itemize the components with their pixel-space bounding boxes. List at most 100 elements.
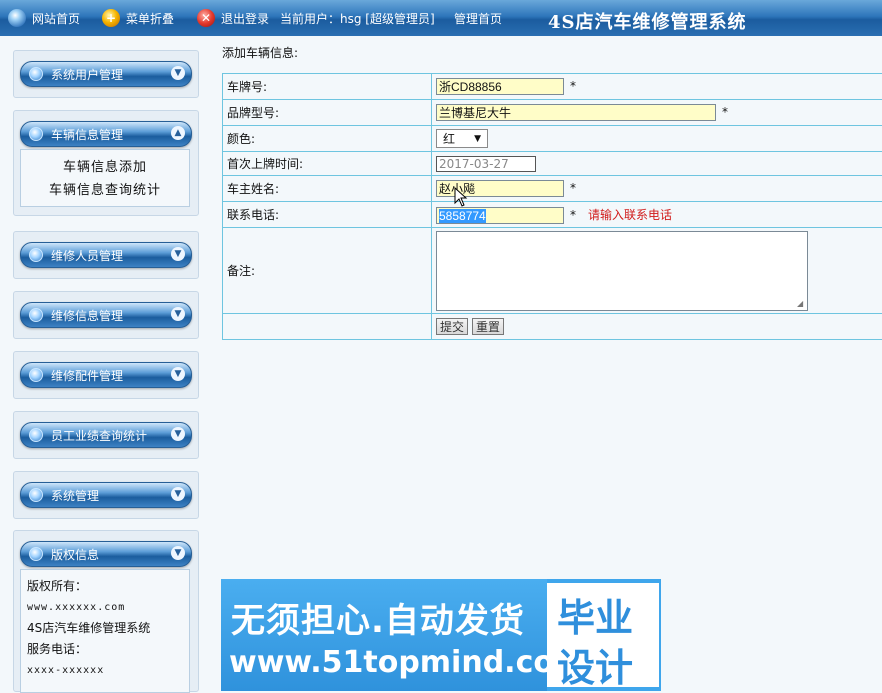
menu-box-performance: 员工业绩查询统计 ▼ — [13, 411, 199, 459]
menu-label: 系统用户管理 — [51, 66, 123, 83]
form-row-remark: 备注: ◢ — [223, 228, 882, 314]
menu-box-users: 系统用户管理 ▼ — [13, 50, 199, 98]
bullet-icon — [29, 547, 43, 561]
close-icon: ✕ — [197, 9, 215, 27]
form-row-model: 品牌型号: 兰博基尼大牛 * — [223, 100, 882, 126]
color-select[interactable]: 红▼ — [436, 129, 488, 148]
menu-label: 维修信息管理 — [51, 307, 123, 324]
color-cell: 红▼ — [432, 126, 882, 152]
menu-system[interactable]: 系统管理 ▼ — [20, 482, 192, 508]
menu-repair-info[interactable]: 维修信息管理 ▼ — [20, 302, 192, 328]
watermark-right2: 设计 — [557, 637, 633, 692]
chevron-down-icon: ▼ — [171, 66, 185, 80]
submit-button[interactable]: 提交 — [436, 318, 468, 335]
form-title: 添加车辆信息: — [222, 44, 298, 61]
chevron-down-icon: ▼ — [171, 487, 185, 501]
required-mark: * — [570, 208, 576, 222]
watermark-right: 毕业 设计 — [547, 583, 659, 687]
phone-input-value: 5858774 — [439, 209, 486, 223]
current-user: 当前用户：hsg [超级管理员] — [280, 8, 435, 28]
remark-label: 备注: — [223, 228, 432, 314]
watermark-line2: www.51topmind.com — [229, 645, 585, 680]
bullet-icon — [29, 428, 43, 442]
plate-cell: 浙CD88856 * — [432, 74, 882, 100]
plus-icon: + — [102, 9, 120, 27]
menu-box-system: 系统管理 ▼ — [13, 471, 199, 519]
bullet-icon — [29, 248, 43, 262]
form-row-date: 首次上牌时间: 2017-03-27 — [223, 152, 882, 176]
required-mark: * — [570, 181, 576, 195]
system-title: 4S店汽车维修管理系统 — [548, 8, 747, 34]
submenu-vehicle-query[interactable]: 车辆信息查询统计 — [21, 179, 189, 202]
menu-vehicle-info[interactable]: 车辆信息管理 ▲ — [20, 121, 192, 147]
dropdown-arrow-icon: ▼ — [474, 130, 481, 149]
menu-box-copyright: 版权信息 ▼ 版权所有： www.xxxxxx.com 4S店汽车维修管理系统 … — [13, 530, 199, 692]
date-label: 首次上牌时间: — [223, 152, 432, 176]
chevron-down-icon: ▼ — [171, 247, 185, 261]
vehicle-submenu: 车辆信息添加 车辆信息查询统计 — [20, 149, 190, 207]
home-icon — [8, 9, 26, 27]
required-mark: * — [570, 79, 576, 93]
phone-label: 联系电话: — [223, 202, 432, 228]
actions-cell: 提交重置 — [432, 314, 882, 340]
plate-input[interactable]: 浙CD88856 — [436, 78, 564, 95]
menu-fold-link[interactable]: + 菜单折叠 — [102, 8, 174, 28]
watermark-left: 无须担心.自动发货 www.51topmind.com — [221, 579, 547, 691]
watermark-right1: 毕业 — [557, 587, 633, 642]
form-row-phone: 联系电话: 5858774 * 请输入联系电话 — [223, 202, 882, 228]
model-input[interactable]: 兰博基尼大牛 — [436, 104, 716, 121]
plate-label: 车牌号: — [223, 74, 432, 100]
required-mark: * — [722, 105, 728, 119]
color-label: 颜色: — [223, 126, 432, 152]
bullet-icon — [29, 488, 43, 502]
model-cell: 兰博基尼大牛 * — [432, 100, 882, 126]
watermark-banner: 无须担心.自动发货 www.51topmind.com 毕业 设计 — [221, 579, 661, 691]
copyright-panel: 版权所有： www.xxxxxx.com 4S店汽车维修管理系统 服务电话： x… — [20, 569, 190, 693]
date-input[interactable]: 2017-03-27 — [436, 156, 536, 172]
home-link[interactable]: 网站首页 — [8, 8, 80, 28]
reset-button[interactable]: 重置 — [472, 318, 504, 335]
resize-grip-icon[interactable]: ◢ — [797, 300, 805, 308]
menu-performance[interactable]: 员工业绩查询统计 ▼ — [20, 422, 192, 448]
form-row-owner: 车主姓名: 赵小飚* — [223, 176, 882, 202]
copyright-name: 4S店汽车维修管理系统 — [21, 618, 189, 639]
watermark-line1: 无须担心.自动发货 — [231, 593, 525, 642]
date-cell: 2017-03-27 — [432, 152, 882, 176]
bullet-icon — [29, 308, 43, 322]
remark-textarea[interactable]: ◢ — [436, 231, 808, 311]
menu-repair-staff[interactable]: 维修人员管理 ▼ — [20, 242, 192, 268]
phone-input[interactable]: 5858774 — [436, 207, 564, 224]
menu-box-repair: 维修信息管理 ▼ — [13, 291, 199, 339]
logout-label: 退出登录 — [221, 10, 269, 27]
menu-fold-label: 菜单折叠 — [126, 10, 174, 27]
current-user-text: 当前用户：hsg [超级管理员] — [280, 10, 435, 27]
owner-cell: 赵小飚* — [432, 176, 882, 202]
copyright-phone: xxxx-xxxxxx — [21, 660, 189, 681]
menu-box-parts: 维修配件管理 ▼ — [13, 351, 199, 399]
admin-home-link[interactable]: 管理首页 — [454, 8, 502, 28]
logout-link[interactable]: ✕ 退出登录 — [197, 8, 269, 28]
form-row-color: 颜色: 红▼ — [223, 126, 882, 152]
form-row-plate: 车牌号: 浙CD88856 * — [223, 74, 882, 100]
copyright-site: www.xxxxxx.com — [21, 597, 189, 618]
chevron-down-icon: ▼ — [171, 546, 185, 560]
actions-label-cell — [223, 314, 432, 340]
menu-label: 维修人员管理 — [51, 247, 123, 264]
mouse-cursor-icon — [454, 187, 468, 207]
menu-system-users[interactable]: 系统用户管理 ▼ — [20, 61, 192, 87]
menu-label: 员工业绩查询统计 — [51, 427, 147, 444]
chevron-down-icon: ▼ — [171, 307, 185, 321]
phone-cell: 5858774 * 请输入联系电话 — [432, 202, 882, 228]
chevron-down-icon: ▼ — [171, 427, 185, 441]
menu-copyright[interactable]: 版权信息 ▼ — [20, 541, 192, 567]
chevron-down-icon: ▼ — [171, 367, 185, 381]
copyright-phone-label: 服务电话： — [21, 639, 189, 660]
bullet-icon — [29, 127, 43, 141]
chevron-up-icon: ▲ — [171, 126, 185, 140]
menu-repair-parts[interactable]: 维修配件管理 ▼ — [20, 362, 192, 388]
menu-label: 维修配件管理 — [51, 367, 123, 384]
top-bar: 网站首页 + 菜单折叠 ✕ 退出登录 当前用户：hsg [超级管理员] 管理首页… — [0, 0, 882, 36]
submenu-vehicle-add[interactable]: 车辆信息添加 — [21, 156, 189, 179]
phone-error-message: 请输入联系电话 — [588, 208, 672, 222]
model-label: 品牌型号: — [223, 100, 432, 126]
